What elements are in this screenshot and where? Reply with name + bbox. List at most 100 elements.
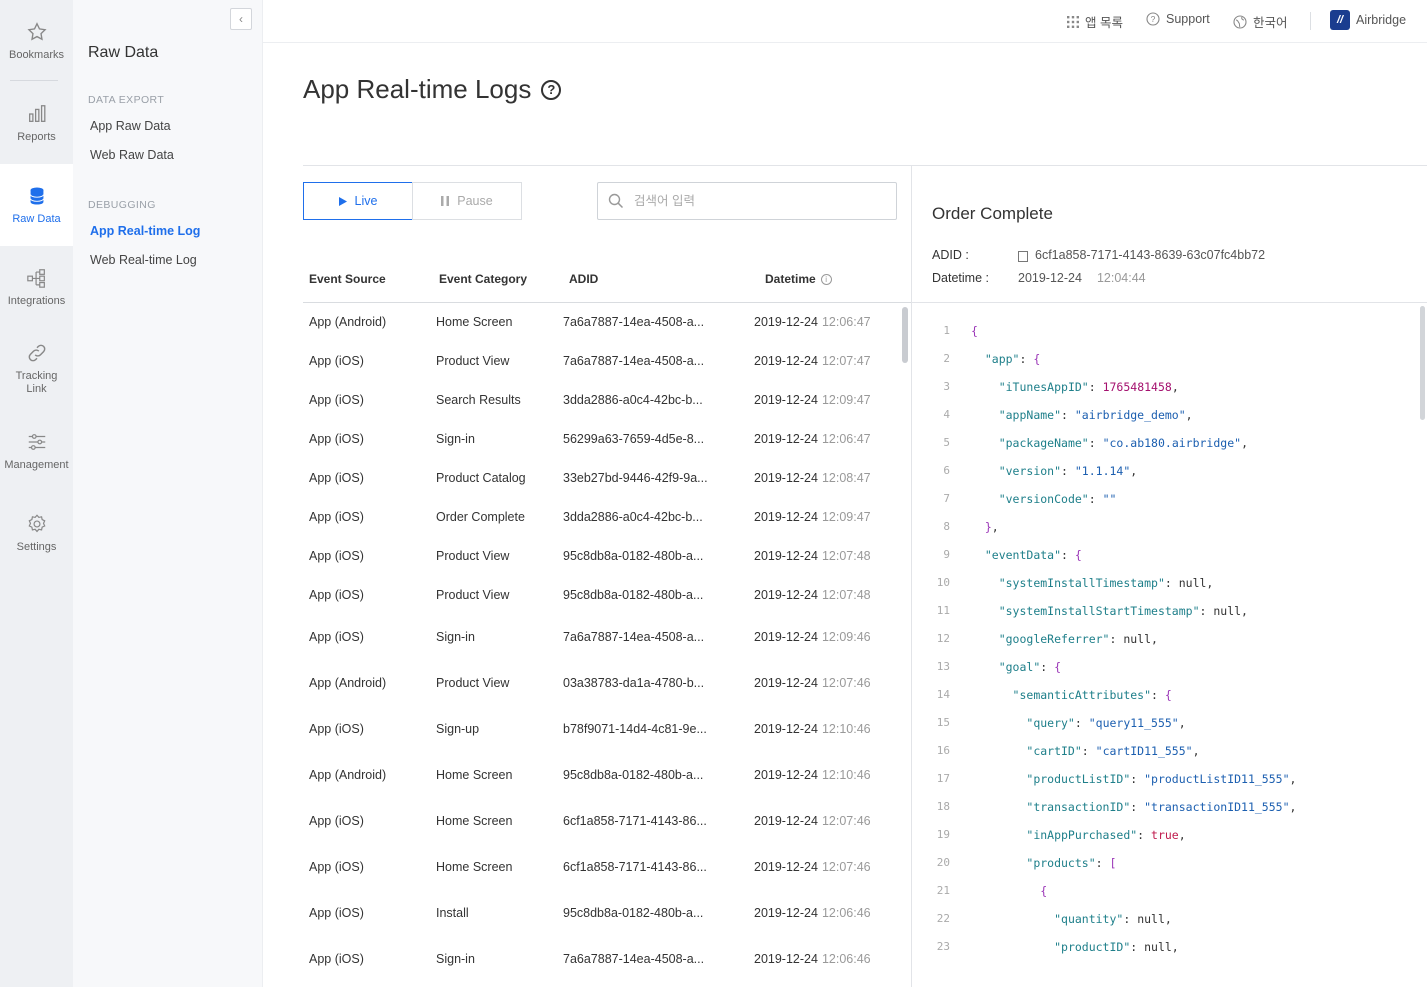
column-header-event-category[interactable]: Event Category [439, 272, 527, 286]
sidebar-link-app-raw-data[interactable]: App Raw Data [90, 119, 171, 133]
code-text: "query": "query11_555", [971, 716, 1185, 730]
line-number: 18 [936, 800, 950, 813]
code-text: }, [971, 520, 999, 534]
sidebar-section-heading: DATA EXPORT [88, 94, 165, 106]
cell-time: 12:07:48 [821, 588, 871, 602]
airbridge-logo-icon: // [1330, 10, 1350, 30]
rail-item-integrations[interactable]: Integrations [0, 246, 73, 328]
code-token: , [1185, 408, 1193, 422]
search-input[interactable] [634, 194, 874, 208]
table-row[interactable]: App (Android) Product View 03a38783-da1a-4… [303, 664, 897, 702]
code-line: 23 "productID": null, [912, 940, 1415, 968]
rail-item-raw-data[interactable]: Raw Data [0, 164, 73, 246]
scrollbar-thumb[interactable] [902, 307, 908, 363]
cell-adid: 3dda2886-a0c4-42bc-b... [563, 393, 703, 407]
sidebar-link-web-raw-data[interactable]: Web Raw Data [90, 148, 174, 162]
cell-adid: 33eb27bd-9446-42f9-9a... [563, 471, 708, 485]
code-line: 11 "systemInstallStartTimestamp": null, [912, 604, 1415, 632]
column-header-event-source[interactable]: Event Source [309, 272, 386, 286]
table-row[interactable]: App (iOS) Install 95c8db8a-0182-480b-a... 2… [303, 894, 897, 932]
cell-event-category: Order Complete [436, 510, 525, 524]
table-row[interactable]: App (iOS) Sign-up b78f9071-14d4-4c81-9e...… [303, 710, 897, 748]
rail-item-bookmarks[interactable]: Bookmarks [0, 0, 73, 82]
cell-adid: 95c8db8a-0182-480b-a... [563, 588, 704, 602]
code-line: 8 }, [912, 520, 1415, 548]
rail-item-reports[interactable]: Reports [0, 82, 73, 164]
line-number: 11 [936, 604, 950, 617]
icon-rail: Bookmarks Reports Raw Data Integrations … [0, 0, 73, 987]
live-button[interactable]: Live [303, 182, 413, 220]
column-header-datetime[interactable]: Datetime i [765, 272, 832, 286]
rail-item-management[interactable]: Management [0, 410, 73, 492]
code-token: , [1289, 800, 1297, 814]
sidebar-link-web-real-time-log[interactable]: Web Real-time Log [90, 253, 197, 267]
table-row[interactable]: App (iOS) Home Screen 6cf1a858-7171-4143-8… [303, 848, 897, 886]
adid-label: ADID : [932, 248, 969, 262]
support-button[interactable]: ? Support [1146, 12, 1210, 26]
cell-time: 12:07:47 [821, 354, 871, 368]
code-token: : [1061, 464, 1075, 478]
scrollbar-thumb[interactable] [1420, 306, 1425, 420]
code-token: : [1040, 660, 1055, 674]
table-row[interactable]: App (Android) Home Screen 7a6a7887-14ea-45… [303, 303, 897, 341]
brand-account-button[interactable]: // Airbridge [1330, 10, 1406, 30]
table-row[interactable]: App (iOS) Search Results 3dda2886-a0c4-42b… [303, 381, 897, 419]
code-text: "systemInstallStartTimestamp": null, [971, 604, 1248, 618]
table-row[interactable]: App (iOS) Sign-in 56299a63-7659-4d5e-8... 2… [303, 420, 897, 458]
table-row[interactable]: App (Android) Home Screen 95c8db8a-0182-48… [303, 756, 897, 794]
code-token: : [1095, 856, 1110, 870]
cell-date: 2019-12-24 [754, 676, 818, 690]
code-token: : [1088, 380, 1103, 394]
cell-event-category: Sign-in [436, 952, 475, 966]
pause-button[interactable]: Pause [412, 182, 522, 220]
table-row[interactable]: App (iOS) Order Complete 3dda2886-a0c4-42b… [303, 498, 897, 536]
help-icon[interactable]: ? [541, 79, 562, 100]
cell-event-category: Home Screen [436, 315, 513, 329]
cell-date: 2019-12-24 [754, 393, 818, 407]
cell-time: 12:09:46 [821, 630, 871, 644]
code-token: "query" [1026, 716, 1075, 730]
column-header-adid[interactable]: ADID [569, 272, 598, 286]
content-divider [303, 165, 1427, 166]
json-scrollbar[interactable] [1418, 306, 1427, 987]
code-token: : null, [1130, 940, 1179, 954]
column-header-label: Event Category [439, 272, 528, 286]
table-row[interactable]: App (iOS) Product View 95c8db8a-0182-480b-… [303, 537, 897, 575]
cell-event-source: App (Android) [309, 315, 387, 329]
line-number: 5 [943, 436, 950, 449]
code-token: "co.ab180.airbridge" [1102, 436, 1242, 450]
detail-time: 12:04:44 [1096, 271, 1146, 285]
line-number: 12 [936, 632, 950, 645]
code-line: 9 "eventData": { [912, 548, 1415, 576]
code-line: 17 "productListID": "productListID11_555… [912, 772, 1415, 800]
sidebar-link-app-real-time-log[interactable]: App Real-time Log [90, 224, 200, 238]
code-token: "semanticAttributes" [1012, 688, 1152, 702]
app-list-button[interactable]: 앱 목록 [1067, 12, 1123, 31]
table-row[interactable]: App (iOS) Product View 95c8db8a-0182-480b-… [303, 576, 897, 614]
table-row[interactable]: App (iOS) Product View 7a6a7887-14ea-4508-… [303, 342, 897, 380]
code-token: : [1061, 408, 1075, 422]
code-line: 4 "appName": "airbridge_demo", [912, 408, 1415, 436]
table-row[interactable]: App (iOS) Sign-in 7a6a7887-14ea-4508-a... 2… [303, 618, 897, 656]
rail-item-settings[interactable]: Settings [0, 492, 73, 574]
code-token: "googleReferrer" [998, 632, 1110, 646]
cell-datetime: 2019-12-24 12:06:47 [754, 432, 871, 446]
table-row[interactable]: App (iOS) Home Screen 6cf1a858-7171-4143-8… [303, 802, 897, 840]
language-button[interactable]: 한국어 [1233, 12, 1288, 31]
table-row[interactable]: App (iOS) Product Catalog 33eb27bd-9446-42… [303, 459, 897, 497]
table-row[interactable]: App (iOS) Sign-in 7a6a7887-14ea-4508-a... 2… [303, 940, 897, 978]
table-scrollbar[interactable] [899, 303, 911, 987]
collapse-sidebar-button[interactable]: ‹ [230, 8, 252, 30]
rail-item-tracking-link[interactable]: Tracking Link [0, 328, 73, 410]
cell-time: 12:07:46 [821, 860, 871, 874]
cell-datetime: 2019-12-24 12:09:46 [754, 630, 871, 644]
code-line: 6 "version": "1.1.14", [912, 464, 1415, 492]
copy-icon[interactable] [1018, 249, 1031, 262]
code-token: : [1151, 688, 1165, 702]
info-icon[interactable]: i [820, 273, 832, 285]
search-box [597, 182, 897, 220]
code-text: "cartID": "cartID11_555", [971, 744, 1199, 758]
